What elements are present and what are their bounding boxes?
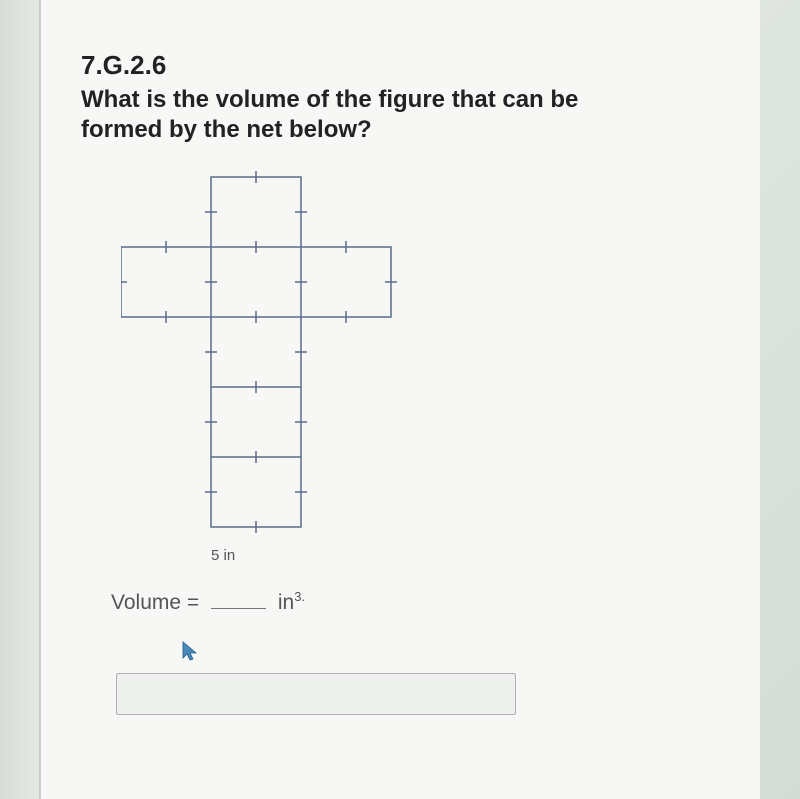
question-text: What is the volume of the figure that ca… (81, 85, 641, 145)
answer-prompt: Volume = in3. (111, 589, 720, 615)
net-diagram-svg (121, 167, 401, 537)
answer-input[interactable] (116, 673, 516, 715)
answer-prefix: Volume = (111, 591, 199, 614)
standard-code: 7.G.2.6 (81, 50, 720, 81)
answer-unit-exponent: 3. (294, 589, 305, 604)
cursor-icon (181, 640, 720, 668)
worksheet-page: 7.G.2.6 What is the volume of the figure… (40, 0, 760, 799)
net-figure (121, 167, 720, 537)
answer-blank (211, 608, 266, 609)
dimension-label: 5 in (211, 547, 720, 564)
answer-unit: in (278, 591, 294, 614)
page-margin-strip (0, 0, 40, 799)
